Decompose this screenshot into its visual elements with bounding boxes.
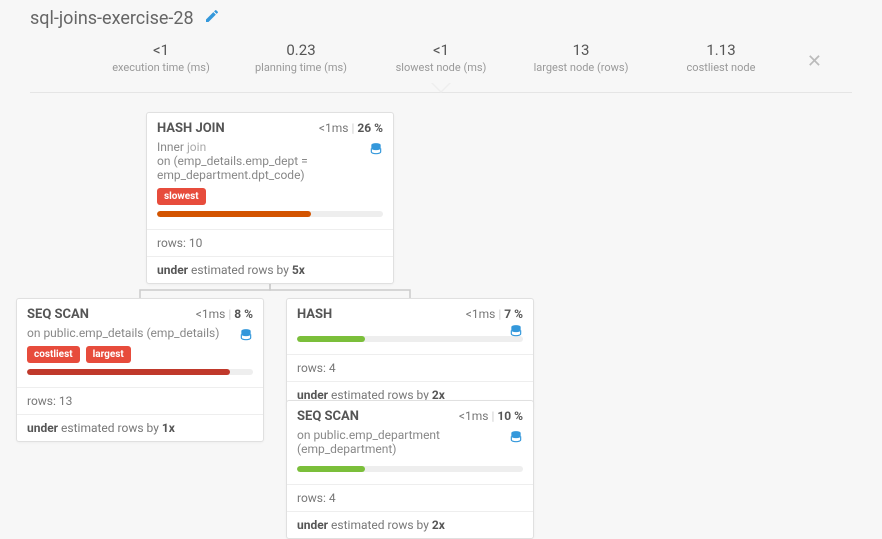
database-icon[interactable]: [509, 430, 523, 447]
stat-planning-time: 0.23 planning time (ms): [251, 41, 351, 74]
stat-label: planning time (ms): [251, 61, 351, 74]
database-icon[interactable]: [239, 328, 253, 345]
node-metrics: <1ms|7 %: [466, 307, 523, 321]
close-icon[interactable]: ✕: [807, 51, 822, 72]
rows-info: rows: 13: [17, 387, 263, 414]
scan-target: on public.emp_details (emp_details): [27, 326, 219, 340]
join-condition: on (emp_details.emp_dept = emp_departmen…: [157, 154, 308, 182]
stats-pointer-icon: [431, 83, 451, 93]
scan-target: on public.emp_department (emp_department…: [297, 428, 440, 456]
join-type: Inner: [157, 140, 184, 154]
stat-value: 0.23: [251, 41, 351, 59]
rows-info: rows: 10: [147, 229, 393, 256]
rows-info: rows: 4: [287, 484, 533, 511]
node-metrics: <1ms|26 %: [319, 121, 383, 135]
progress-bar: [297, 466, 523, 472]
stat-largest-node: 13 largest node (rows): [531, 41, 631, 74]
stat-label: largest node (rows): [531, 61, 631, 74]
page-title: sql-joins-exercise-28: [30, 8, 194, 29]
node-hash[interactable]: HASH <1ms|7 % rows: 4 under estimated ro…: [286, 298, 534, 409]
stat-costliest-node: 1.13 costliest node: [671, 41, 771, 74]
tag-largest: largest: [86, 346, 131, 363]
progress-bar: [297, 336, 523, 342]
estimate-info: under estimated rows by 5x: [147, 256, 393, 283]
stat-value: <1: [391, 41, 491, 59]
stat-value: 13: [531, 41, 631, 59]
stat-value: <1: [111, 41, 211, 59]
node-title: SEQ SCAN: [297, 409, 359, 424]
progress-bar: [27, 369, 253, 375]
database-icon[interactable]: [509, 324, 523, 341]
progress-bar: [157, 211, 383, 217]
database-icon[interactable]: [369, 142, 383, 159]
node-seq-scan-emp-department[interactable]: SEQ SCAN <1ms|10 % on public.emp_departm…: [286, 400, 534, 539]
node-metrics: <1ms|8 %: [196, 307, 253, 321]
node-title: HASH JOIN: [157, 121, 225, 136]
node-title: SEQ SCAN: [27, 307, 89, 322]
estimate-info: under estimated rows by 1x: [17, 414, 263, 441]
edit-icon[interactable]: [204, 8, 220, 29]
stat-label: execution time (ms): [111, 61, 211, 74]
node-hash-join[interactable]: HASH JOIN <1ms|26 % Inner join on (emp_d…: [146, 112, 394, 284]
stat-value: 1.13: [671, 41, 771, 59]
stat-slowest-node: <1 slowest node (ms): [391, 41, 491, 74]
tag-costliest: costliest: [27, 346, 80, 363]
tag-slowest: slowest: [157, 188, 206, 205]
stat-execution-time: <1 execution time (ms): [111, 41, 211, 74]
join-word: join: [187, 140, 206, 154]
rows-info: rows: 4: [287, 354, 533, 381]
estimate-info: under estimated rows by 2x: [287, 511, 533, 538]
stat-label: slowest node (ms): [391, 61, 491, 74]
node-metrics: <1ms|10 %: [459, 409, 523, 423]
stat-label: costliest node: [671, 61, 771, 74]
node-title: HASH: [297, 307, 332, 322]
node-seq-scan-emp-details[interactable]: SEQ SCAN <1ms|8 % on public.emp_details …: [16, 298, 264, 442]
